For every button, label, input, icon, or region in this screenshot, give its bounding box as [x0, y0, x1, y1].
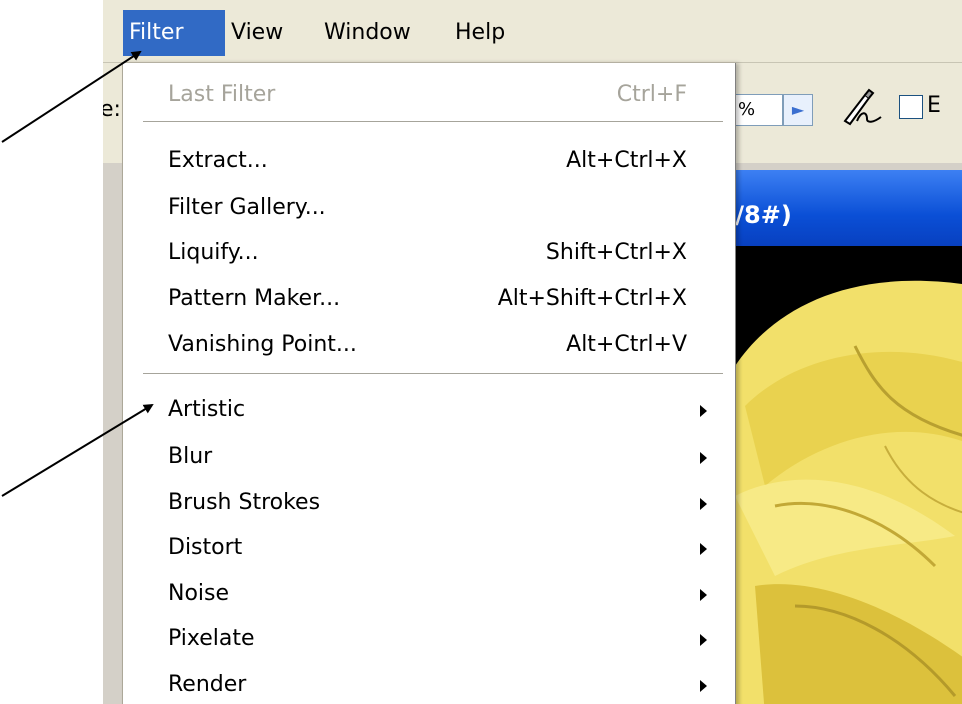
airbrush-icon[interactable]	[841, 87, 885, 129]
menu-item-label: Render	[168, 672, 247, 697]
submenu-arrow-icon	[700, 543, 707, 555]
menu-item-label: Filter Gallery...	[168, 195, 326, 220]
menu-item-brush-strokes[interactable]: Brush Strokes	[123, 483, 735, 523]
menu-item-label: Distort	[168, 535, 243, 560]
menu-item-label: Brush Strokes	[168, 490, 321, 515]
menu-item-label: Vanishing Point...	[168, 332, 357, 357]
document-window: B/8#)	[715, 170, 962, 704]
menu-item-vanishing-point[interactable]: Vanishing Point... Alt+Ctrl+V	[123, 325, 735, 365]
menu-item-label: Last Filter	[168, 82, 276, 107]
submenu-arrow-icon	[700, 405, 707, 417]
option-checkbox[interactable]	[899, 95, 923, 119]
menu-item-shortcut: Alt+Shift+Ctrl+X	[497, 286, 687, 311]
menu-item-shortcut: Alt+Ctrl+X	[566, 148, 687, 173]
submenu-arrow-icon	[700, 634, 707, 646]
chevron-right-icon: ►	[791, 100, 805, 119]
menu-item-liquify[interactable]: Liquify... Shift+Ctrl+X	[123, 233, 735, 273]
photoshop-window: Filter View Window Help e: % ► E B/8#) L…	[103, 0, 962, 704]
menu-filter[interactable]: Filter	[123, 10, 225, 56]
menu-item-label: Pattern Maker...	[168, 286, 341, 311]
menu-item-label: Liquify...	[168, 240, 259, 265]
menu-item-blur[interactable]: Blur	[123, 437, 735, 477]
submenu-arrow-icon	[700, 680, 707, 692]
menu-view[interactable]: View	[225, 10, 303, 56]
menu-separator	[143, 121, 723, 123]
zoom-flyout-button[interactable]: ►	[783, 94, 813, 126]
menu-item-shortcut: Alt+Ctrl+V	[566, 332, 687, 357]
menu-bar: Filter View Window Help	[103, 0, 962, 63]
menu-item-label: Artistic	[168, 397, 246, 422]
options-bar-label-partial: e:	[103, 97, 121, 122]
menu-item-last-filter[interactable]: Last Filter Ctrl+F	[123, 75, 735, 115]
menu-window[interactable]: Window	[318, 10, 430, 56]
submenu-arrow-icon	[700, 589, 707, 601]
submenu-arrow-icon	[700, 498, 707, 510]
rose-image	[735, 246, 962, 704]
menu-item-distort[interactable]: Distort	[123, 528, 735, 568]
document-title-bar[interactable]: B/8#)	[715, 170, 962, 246]
menu-help[interactable]: Help	[449, 10, 519, 56]
zoom-percent-field[interactable]: %	[731, 94, 783, 126]
menu-item-filter-gallery[interactable]: Filter Gallery...	[123, 188, 735, 228]
menu-separator	[143, 373, 723, 375]
menu-item-pattern-maker[interactable]: Pattern Maker... Alt+Shift+Ctrl+X	[123, 279, 735, 319]
menu-item-pixelate[interactable]: Pixelate	[123, 619, 735, 659]
menu-item-extract[interactable]: Extract... Alt+Ctrl+X	[123, 141, 735, 181]
menu-item-label: Noise	[168, 581, 230, 606]
filter-menu-dropdown: Last Filter Ctrl+F Extract... Alt+Ctrl+X…	[122, 63, 736, 704]
menu-item-label: Blur	[168, 444, 213, 469]
submenu-arrow-icon	[700, 452, 707, 464]
option-checkbox-label: E	[927, 93, 941, 118]
menu-item-label: Pixelate	[168, 626, 255, 651]
menu-item-artistic[interactable]: Artistic	[123, 390, 735, 430]
menu-item-shortcut: Ctrl+F	[616, 82, 687, 107]
menu-item-noise[interactable]: Noise	[123, 574, 735, 614]
menu-item-shortcut: Shift+Ctrl+X	[545, 240, 687, 265]
menu-item-render[interactable]: Render	[123, 665, 735, 704]
menu-item-label: Extract...	[168, 148, 268, 173]
